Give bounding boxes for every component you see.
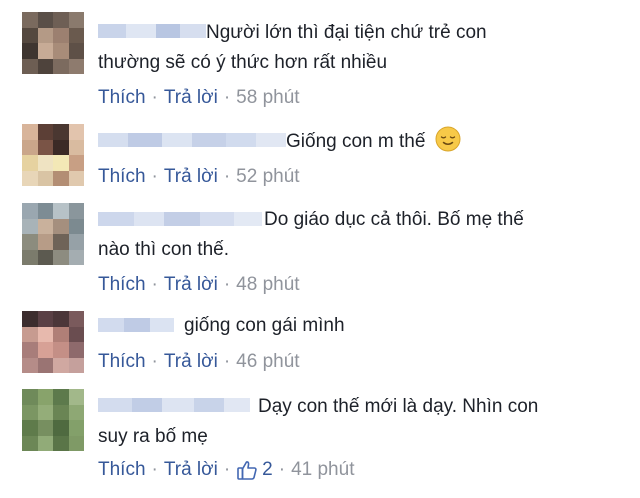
timestamp[interactable]: 48 phút xyxy=(236,273,299,297)
comment-body: Người lớn thì đại tiện chứ trẻ con thườn… xyxy=(98,18,487,78)
like-count[interactable]: 2 xyxy=(262,458,273,482)
comment-actions: Thích · Trả lời · 48 phút xyxy=(98,273,300,297)
reply-link[interactable]: Trả lời xyxy=(164,458,218,482)
separator: · xyxy=(151,351,158,372)
timestamp[interactable]: 52 phút xyxy=(236,165,299,189)
like-link[interactable]: Thích xyxy=(98,165,146,189)
comment-thread: Người lớn thì đại tiện chứ trẻ con thườn… xyxy=(0,0,640,498)
separator: · xyxy=(223,351,231,372)
like-link[interactable]: Thích xyxy=(98,458,146,482)
separator: · xyxy=(223,274,231,295)
separator: · xyxy=(151,459,158,480)
comment-body: Dạy con thế mới là dạy. Nhìn con suy ra … xyxy=(98,392,538,452)
comment-text-line: Người lớn thì đại tiện chứ trẻ con xyxy=(206,22,487,43)
comment-text-line: Giống con m thế xyxy=(286,131,426,152)
separator: · xyxy=(151,166,158,187)
avatar[interactable] xyxy=(22,124,84,186)
separator: · xyxy=(223,87,231,108)
comment-actions: Thích · Trả lời · 2 · 41 phút xyxy=(98,458,354,482)
comment-body: Giống con m thế xyxy=(98,126,461,157)
avatar[interactable] xyxy=(22,12,84,74)
like-link[interactable]: Thích xyxy=(98,350,146,374)
smiling-face-emoji xyxy=(435,126,461,152)
comment-actions: Thích · Trả lời · 52 phút xyxy=(98,165,300,189)
separator: · xyxy=(223,459,231,480)
comment-actions: Thích · Trả lời · 46 phút xyxy=(98,350,300,374)
comment-body: giống con gái mình xyxy=(98,311,345,341)
separator: · xyxy=(151,87,158,108)
separator: · xyxy=(278,459,286,480)
reply-link[interactable]: Trả lời xyxy=(164,273,218,297)
like-link[interactable]: Thích xyxy=(98,86,146,110)
comment-text-line: suy ra bố mẹ xyxy=(98,426,208,447)
separator: · xyxy=(223,166,231,187)
timestamp[interactable]: 46 phút xyxy=(236,350,299,374)
timestamp[interactable]: 41 phút xyxy=(291,458,354,482)
reply-link[interactable]: Trả lời xyxy=(164,165,218,189)
comment-text-line: thường sẽ có ý thức hơn rất nhiều xyxy=(98,52,388,73)
timestamp[interactable]: 58 phút xyxy=(236,86,299,110)
comment-text-line: nào thì con thế. xyxy=(98,239,229,260)
comment-body: Do giáo dục cả thôi. Bố mẹ thế nào thì c… xyxy=(98,205,524,265)
comment-text-line: Dạy con thế mới là dạy. Nhìn con xyxy=(258,396,539,417)
reply-link[interactable]: Trả lời xyxy=(164,86,218,110)
thumbs-up-icon[interactable] xyxy=(236,459,258,481)
comment-text-line: Do giáo dục cả thôi. Bố mẹ thế xyxy=(264,209,524,230)
avatar[interactable] xyxy=(22,389,84,451)
reply-link[interactable]: Trả lời xyxy=(164,350,218,374)
avatar[interactable] xyxy=(22,203,84,265)
like-link[interactable]: Thích xyxy=(98,273,146,297)
separator: · xyxy=(151,274,158,295)
avatar[interactable] xyxy=(22,311,84,373)
comment-text-line: giống con gái mình xyxy=(184,315,345,336)
comment-actions: Thích · Trả lời · 58 phút xyxy=(98,86,300,110)
